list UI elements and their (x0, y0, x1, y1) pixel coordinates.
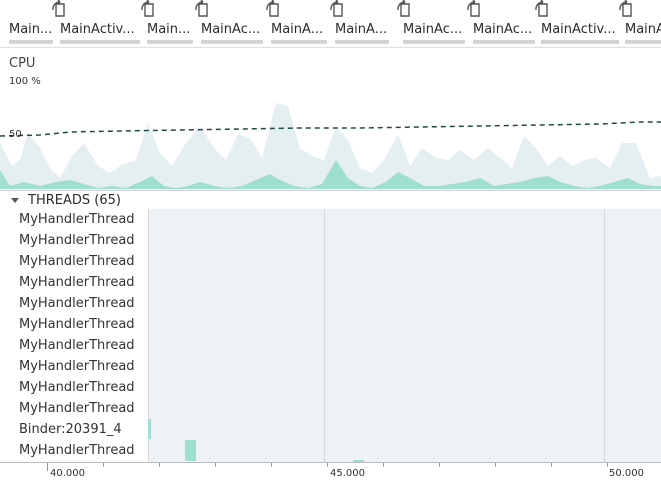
minor-tick (439, 463, 440, 467)
activity-event-label: MainActiv... (60, 22, 135, 37)
thread-tracks-area[interactable] (148, 209, 661, 462)
minor-tick (327, 463, 328, 467)
thread-running-state[interactable] (148, 419, 151, 439)
thread-name: MyHandlerThread (19, 275, 135, 290)
activity-duration-bar (541, 40, 619, 44)
time-axis-label: 50.000 (609, 468, 644, 479)
minor-tick (607, 463, 608, 467)
thread-name: MyHandlerThread (19, 254, 135, 269)
thread-running-state[interactable] (185, 440, 196, 461)
minor-tick (271, 463, 272, 467)
rotate-device-icon[interactable] (195, 0, 208, 17)
activity-duration-bar (335, 40, 389, 44)
thread-name: MyHandlerThread (19, 233, 135, 248)
thread-name: MyHandlerThread (19, 338, 135, 353)
rotate-device-icon[interactable] (619, 0, 632, 17)
rotate-device-icon[interactable] (266, 0, 279, 17)
activity-event-label: Main... (9, 22, 53, 37)
grid-line (324, 209, 325, 462)
activity-event-label: MainAc... (201, 22, 261, 37)
activity-duration-bar (473, 40, 535, 44)
minor-tick (215, 463, 216, 467)
time-axis-label: 45.000 (330, 468, 365, 479)
thread-name: Binder:20391_4 (19, 422, 122, 437)
activity-duration-bar (60, 40, 140, 44)
activity-duration-bar (201, 40, 263, 44)
thread-name: MyHandlerThread (19, 401, 135, 416)
thread-name: MyHandlerThread (19, 296, 135, 311)
major-tick (47, 463, 48, 471)
thread-name: MyHandlerThread (19, 443, 135, 458)
thread-name: MyHandlerThread (19, 317, 135, 332)
threads-section-title: THREADS (65) (28, 193, 121, 208)
thread-name: MyHandlerThread (19, 380, 135, 395)
activity-event-label: MainAc... (403, 22, 463, 37)
threads-section-header[interactable]: THREADS (65) (0, 190, 661, 210)
rotate-device-icon[interactable] (535, 0, 548, 17)
minor-tick (383, 463, 384, 467)
rotate-device-icon[interactable] (52, 0, 65, 17)
activity-duration-bar (9, 40, 53, 44)
rotate-device-icon[interactable] (141, 0, 154, 17)
activity-event-label: MainA... (335, 22, 388, 37)
minor-tick (551, 463, 552, 467)
activity-duration-bar (403, 40, 465, 44)
activity-event-label: MainA... (271, 22, 324, 37)
activity-duration-bar (625, 40, 661, 44)
activity-event-label: MainAc... (473, 22, 533, 37)
minor-tick (159, 463, 160, 467)
activity-event-label: Main... (147, 22, 191, 37)
rotation-event-markers (52, 0, 632, 17)
thread-name: MyHandlerThread (19, 212, 135, 227)
minor-tick (103, 463, 104, 467)
activity-duration-bar (271, 40, 327, 44)
activity-duration-bar (147, 40, 193, 44)
collapse-triangle-icon[interactable] (11, 198, 19, 203)
grid-line (604, 209, 605, 462)
activity-event-label: MainActiv... (541, 22, 616, 37)
rotate-device-icon[interactable] (397, 0, 410, 17)
cpu-track-title: CPU (9, 56, 36, 71)
minor-tick (495, 463, 496, 467)
rotate-device-icon[interactable] (330, 0, 343, 17)
cpu-axis-max-label: 100 % (9, 76, 41, 87)
activity-event-label: MainA... (625, 22, 661, 37)
cpu-usage-track[interactable]: CPU 100 % 50 (0, 48, 661, 190)
thread-name: MyHandlerThread (19, 359, 135, 374)
rotate-device-icon[interactable] (467, 0, 480, 17)
time-axis-label: 40.000 (50, 468, 85, 479)
cpu-usage-graph (0, 103, 661, 189)
threads-list[interactable]: MyHandlerThread MyHandlerThread MyHandle… (0, 209, 661, 462)
thread-count-line (0, 121, 661, 137)
cpu-axis-mid-label: 50 (9, 129, 22, 140)
time-axis: 40.000 45.000 50.000 (0, 462, 661, 480)
lifecycle-event-lane: Main... MainActiv... Main... MainAc... M… (0, 0, 661, 48)
